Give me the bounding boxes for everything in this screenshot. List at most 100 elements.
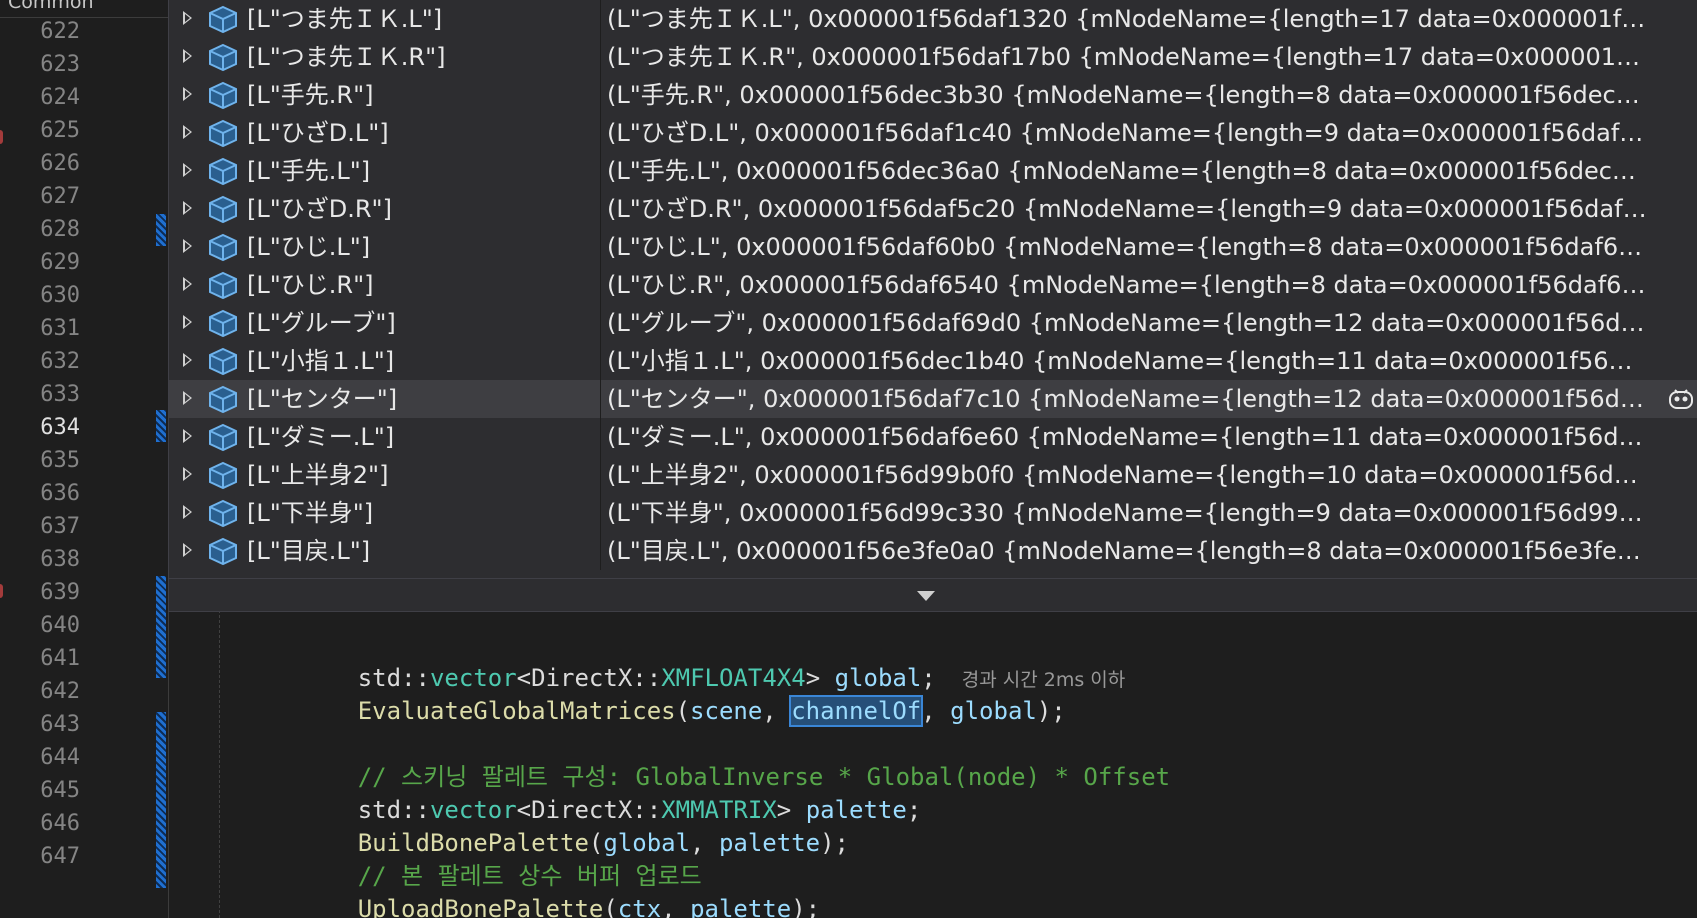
datatip-row[interactable]: [L"センター"] (L"センター", 0x000001f56daf7c10 {… xyxy=(169,380,1697,418)
datatip-item-value[interactable]: (L"上半身2", 0x000001f56d99b0f0 {mNodeName=… xyxy=(607,456,1647,494)
datatip-name-cell: [L"ひじ.R"] xyxy=(169,266,601,304)
datatip-row[interactable]: [L"つま先ＩＫ.R"] (L"つま先ＩＫ.R", 0x000001f56daf… xyxy=(169,38,1697,76)
datatip-row[interactable]: [L"ひじ.R"] (L"ひじ.R", 0x000001f56daf6540 {… xyxy=(169,266,1697,304)
datatip-row[interactable]: [L"小指１.L"] (L"小指１.L", 0x000001f56dec1b40… xyxy=(169,342,1697,380)
code-line-643[interactable]: std::vector<DirectX::XMMATRIX> palette; xyxy=(271,756,922,824)
line-number: 627 xyxy=(40,184,80,209)
line-number: 626 xyxy=(40,151,80,176)
datatip-row[interactable]: [L"グルーブ"] (L"グルーブ", 0x000001f56daf69d0 {… xyxy=(169,304,1697,342)
expand-arrow-icon[interactable] xyxy=(183,543,192,557)
datatip-item-value[interactable]: (L"小指１.L", 0x000001f56dec1b40 {mNodeName… xyxy=(607,342,1647,380)
expand-arrow-icon[interactable] xyxy=(183,467,192,481)
object-cube-icon xyxy=(209,157,237,186)
datatip-item-value[interactable]: (L"ひじ.L", 0x000001f56daf60b0 {mNodeName=… xyxy=(607,228,1647,266)
datatip-row[interactable]: [L"手先.R"] (L"手先.R", 0x000001f56dec3b30 {… xyxy=(169,76,1697,114)
line-number: 632 xyxy=(40,349,80,374)
line-number: 637 xyxy=(40,514,80,539)
token-punct: ( xyxy=(675,697,691,725)
datatip-item-value[interactable]: (L"ひざD.L", 0x000001f56daf1c40 {mNodeName… xyxy=(607,114,1647,152)
file-label: Common xyxy=(8,0,94,13)
datatip-row[interactable]: [L"下半身"] (L"下半身", 0x000001f56d99c330 {mN… xyxy=(169,494,1697,532)
token-function: EvaluateGlobalMatrices xyxy=(357,697,676,725)
object-cube-icon xyxy=(209,461,237,490)
code-line-640[interactable]: EvaluateGlobalMatrices(scene, channelOf,… xyxy=(271,657,1066,727)
datatip-row[interactable]: [L"手先.L"] (L"手先.L", 0x000001f56dec36a0 {… xyxy=(169,152,1697,190)
expand-arrow-icon[interactable] xyxy=(183,429,192,443)
token-punct: , xyxy=(661,895,691,918)
token-punct: , xyxy=(762,697,792,725)
breakpoint-marker[interactable] xyxy=(0,584,3,598)
token-punct: ; xyxy=(906,796,922,824)
expand-arrow-icon[interactable] xyxy=(183,505,192,519)
scroll-down-icon[interactable] xyxy=(917,591,935,601)
code-line-645[interactable]: // 본 팔레트 상수 버퍼 업로드 xyxy=(271,822,702,890)
line-number: 645 xyxy=(40,778,80,803)
line-number: 633 xyxy=(40,382,80,407)
datatip-row[interactable]: [L"つま先ＩＫ.L"] (L"つま先ＩＫ.L", 0x000001f56daf… xyxy=(169,0,1697,38)
datatip-item-value[interactable]: (L"ダミー.L", 0x000001f56daf6e60 {mNodeName… xyxy=(607,418,1647,456)
expand-arrow-icon[interactable] xyxy=(183,353,192,367)
datatip-name-cell: [L"ダミー.L"] xyxy=(169,418,601,456)
datatip-item-value[interactable]: (L"グルーブ", 0x000001f56daf69d0 {mNodeName=… xyxy=(607,304,1647,342)
datatip-item-name: [L"ひじ.L"] xyxy=(247,233,371,261)
line-number: 635 xyxy=(40,448,80,473)
datatip-row[interactable]: [L"上半身2"] (L"上半身2", 0x000001f56d99b0f0 {… xyxy=(169,456,1697,494)
line-number: 641 xyxy=(40,646,80,671)
datatip-item-name: [L"ひざD.R"] xyxy=(247,195,392,223)
expand-arrow-icon[interactable] xyxy=(183,87,192,101)
line-number: 624 xyxy=(40,85,80,110)
datatip-item-value[interactable]: (L"ひざD.R", 0x000001f56daf5c20 {mNodeName… xyxy=(607,190,1647,228)
datatip-row[interactable]: [L"ひじ.L"] (L"ひじ.L", 0x000001f56daf60b0 {… xyxy=(169,228,1697,266)
object-cube-icon xyxy=(209,309,237,338)
datatip-row[interactable]: [L"ひざD.L"] (L"ひざD.L", 0x000001f56daf1c40… xyxy=(169,114,1697,152)
debugger-datatip[interactable]: [L"つま先ＩＫ.L"] (L"つま先ＩＫ.L", 0x000001f56daf… xyxy=(168,0,1697,612)
expand-arrow-icon[interactable] xyxy=(183,49,192,63)
code-line-646[interactable]: UploadBonePalette(ctx, palette); xyxy=(271,855,820,918)
expand-arrow-icon[interactable] xyxy=(183,239,192,253)
datatip-item-name: [L"下半身"] xyxy=(247,499,374,527)
highlighted-symbol[interactable]: channelOf xyxy=(789,695,924,727)
line-number: 640 xyxy=(40,613,80,638)
code-line-644[interactable]: BuildBonePalette(global, palette); xyxy=(271,789,849,857)
expand-arrow-icon[interactable] xyxy=(183,201,192,215)
datatip-item-name: [L"つま先ＩＫ.L"] xyxy=(247,5,443,33)
datatip-item-name: [L"小指１.L"] xyxy=(247,347,395,375)
datatip-row[interactable]: [L"ダミー.L"] (L"ダミー.L", 0x000001f56daf6e60… xyxy=(169,418,1697,456)
datatip-footer xyxy=(169,578,1697,611)
object-cube-icon xyxy=(209,499,237,528)
datatip-item-value[interactable]: (L"センター", 0x000001f56daf7c10 {mNodeName=… xyxy=(607,380,1647,418)
copilot-icon[interactable] xyxy=(1666,384,1696,414)
change-indicator xyxy=(156,410,166,442)
datatip-item-value[interactable]: (L"手先.R", 0x000001f56dec3b30 {mNodeName=… xyxy=(607,76,1647,114)
line-number: 638 xyxy=(40,547,80,572)
datatip-item-value[interactable]: (L"手先.L", 0x000001f56dec36a0 {mNodeName=… xyxy=(607,152,1647,190)
datatip-item-value[interactable]: (L"ひじ.R", 0x000001f56daf6540 {mNodeName=… xyxy=(607,266,1647,304)
breakpoint-marker[interactable] xyxy=(0,130,3,144)
change-indicator xyxy=(156,712,166,888)
code-editor[interactable]: std::vector<DirectX::XMFLOAT4X4> global;… xyxy=(168,600,1697,918)
datatip-item-value[interactable]: (L"下半身", 0x000001f56d99c330 {mNodeName={… xyxy=(607,494,1647,532)
datatip-row[interactable]: [L"目戻.L"] (L"目戻.L", 0x000001f56e3fe0a0 {… xyxy=(169,532,1697,570)
object-cube-icon xyxy=(209,119,237,148)
line-number: 644 xyxy=(40,745,80,770)
code-line-639[interactable]: std::vector<DirectX::XMFLOAT4X4> global;… xyxy=(271,624,1126,692)
datatip-item-value[interactable]: (L"つま先ＩＫ.L", 0x000001f56daf1320 {mNodeNa… xyxy=(607,0,1647,38)
token-variable: palette xyxy=(690,895,792,918)
code-line-642[interactable]: // 스키닝 팔레트 구성: GlobalInverse * Global(no… xyxy=(271,723,1170,791)
datatip-name-cell: [L"目戻.L"] xyxy=(169,532,601,570)
expand-arrow-icon[interactable] xyxy=(183,391,192,405)
expand-arrow-icon[interactable] xyxy=(183,315,192,329)
line-number-gutter: Common 622 623 624 625 626 627 628 629 630 631 632… xyxy=(0,0,168,918)
expand-arrow-icon[interactable] xyxy=(183,163,192,177)
expand-arrow-icon[interactable] xyxy=(183,125,192,139)
line-number: 636 xyxy=(40,481,80,506)
line-number: 623 xyxy=(40,52,80,77)
datatip-name-cell: [L"グルーブ"] xyxy=(169,304,601,342)
datatip-item-value[interactable]: (L"つま先ＩＫ.R", 0x000001f56daf17b0 {mNodeNa… xyxy=(607,38,1647,76)
expand-arrow-icon[interactable] xyxy=(183,11,192,25)
expand-arrow-icon[interactable] xyxy=(183,277,192,291)
datatip-row[interactable]: [L"ひざD.R"] (L"ひざD.R", 0x000001f56daf5c20… xyxy=(169,190,1697,228)
line-number: 630 xyxy=(40,283,80,308)
datatip-item-value[interactable]: (L"目戻.L", 0x000001f56e3fe0a0 {mNodeName=… xyxy=(607,532,1647,570)
object-cube-icon xyxy=(209,347,237,376)
